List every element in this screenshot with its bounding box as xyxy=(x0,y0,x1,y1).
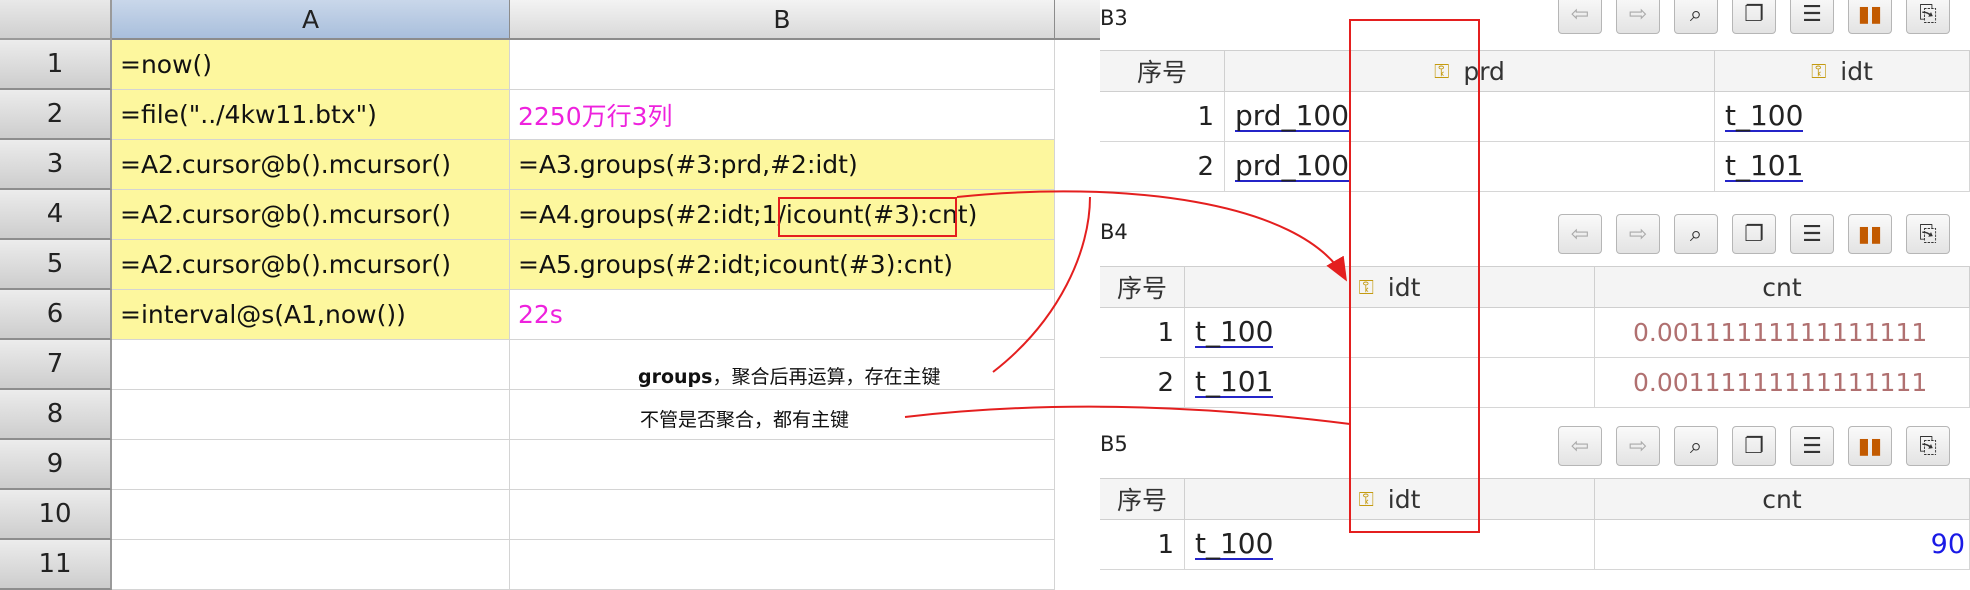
list-icon[interactable]: ☰ xyxy=(1790,0,1834,34)
annotation-key-note: 不管是否聚合，都有主键 xyxy=(640,409,850,431)
panel-title: B4 xyxy=(1100,220,1128,244)
cell-a1[interactable]: =now() xyxy=(112,40,510,90)
cell-a9[interactable] xyxy=(112,440,510,490)
result-panel-b3: B3 ⇦ ⇨ ⌕ ❐ ☰ ▮▮ ⎘ 序号 ⚿ prd ⚿ idt 1 prd_100… xyxy=(1100,0,1970,200)
cell-b6[interactable]: 22s xyxy=(510,290,1055,340)
row-index: 1 xyxy=(1100,92,1225,142)
copy-icon[interactable]: ❐ xyxy=(1732,426,1776,466)
list-icon[interactable]: ☰ xyxy=(1790,426,1834,466)
cell-a5[interactable]: =A2.cursor@b().mcursor() xyxy=(112,240,510,290)
cell-b9[interactable] xyxy=(510,440,1055,490)
column-header-idt[interactable]: ⚿ idt xyxy=(1185,478,1595,520)
table-cell-link[interactable]: t_100 xyxy=(1185,308,1595,358)
table-cell-value: 90 xyxy=(1595,520,1970,570)
cell-a7[interactable] xyxy=(112,340,510,390)
select-all-corner[interactable] xyxy=(0,0,112,40)
forward-icon[interactable]: ⇨ xyxy=(1616,214,1660,254)
column-header-index[interactable]: 序号 xyxy=(1100,478,1185,520)
result-panel-b4: B4 ⇦ ⇨ ⌕ ❐ ☰ ▮▮ ⎘ 序号 ⚿ idt cnt 1 t_100 0.… xyxy=(1100,210,1970,410)
cell-a3[interactable]: =A2.cursor@b().mcursor() xyxy=(112,140,510,190)
row-header-8[interactable]: 8 xyxy=(0,390,112,440)
column-header-label: idt xyxy=(1387,272,1421,302)
key-icon: ⚿ xyxy=(1358,487,1374,511)
annotation-groups-keyword: groups xyxy=(638,366,713,388)
cell-a4[interactable]: =A2.cursor@b().mcursor() xyxy=(112,190,510,240)
copy-icon[interactable]: ❐ xyxy=(1732,214,1776,254)
magnify-icon[interactable]: ⌕ xyxy=(1674,426,1718,466)
cell-b1[interactable] xyxy=(510,40,1055,90)
forward-icon[interactable]: ⇨ xyxy=(1616,426,1660,466)
row-header-10[interactable]: 10 xyxy=(0,490,112,540)
cell-a11[interactable] xyxy=(112,540,510,590)
column-header-cnt[interactable]: cnt xyxy=(1595,266,1970,308)
export-icon[interactable]: ⎘ xyxy=(1906,214,1950,254)
row-index: 1 xyxy=(1100,520,1185,570)
row-index: 1 xyxy=(1100,308,1185,358)
copy-icon[interactable]: ❐ xyxy=(1732,0,1776,34)
row-header-4[interactable]: 4 xyxy=(0,190,112,240)
column-header-label: idt xyxy=(1387,484,1421,514)
cell-a8[interactable] xyxy=(112,390,510,440)
back-icon[interactable]: ⇦ xyxy=(1558,426,1602,466)
table-cell-link[interactable]: prd_100 xyxy=(1225,92,1715,142)
panel-title: B3 xyxy=(1100,6,1128,30)
column-header-cnt[interactable]: cnt xyxy=(1595,478,1970,520)
table-cell-value: 0.00111111111111111 xyxy=(1595,308,1970,358)
back-icon[interactable]: ⇦ xyxy=(1558,214,1602,254)
cell-b5[interactable]: =A5.groups(#2:idt;icount(#3):cnt) xyxy=(510,240,1055,290)
row-header-6[interactable]: 6 xyxy=(0,290,112,340)
row-header-3[interactable]: 3 xyxy=(0,140,112,190)
chart-icon[interactable]: ▮▮ xyxy=(1848,0,1892,34)
row-header-7[interactable]: 7 xyxy=(0,340,112,390)
table-cell-link[interactable]: t_101 xyxy=(1715,142,1970,192)
column-header-index[interactable]: 序号 xyxy=(1100,266,1185,308)
cell-b3[interactable]: =A3.groups(#3:prd,#2:idt) xyxy=(510,140,1055,190)
column-header-index[interactable]: 序号 xyxy=(1100,50,1225,92)
row-index: 2 xyxy=(1100,142,1225,192)
export-icon[interactable]: ⎘ xyxy=(1906,426,1950,466)
key-icon: ⚿ xyxy=(1358,275,1374,299)
row-index: 2 xyxy=(1100,358,1185,408)
cell-a10[interactable] xyxy=(112,490,510,540)
row-header-9[interactable]: 9 xyxy=(0,440,112,490)
cell-a6[interactable]: =interval@s(A1,now()) xyxy=(112,290,510,340)
panel-title: B5 xyxy=(1100,432,1128,456)
column-header-c[interactable] xyxy=(1055,0,1100,40)
back-icon[interactable]: ⇦ xyxy=(1558,0,1602,34)
export-icon[interactable]: ⎘ xyxy=(1906,0,1950,34)
annotation-groups-text: ，聚合后再运算，存在主键 xyxy=(712,366,941,388)
cell-b2[interactable]: 2250万行3列 xyxy=(510,90,1055,140)
spreadsheet-grid: A B 1 =now() 2 =file("../4kw11.btx") 225… xyxy=(0,0,1100,590)
result-panel-b5: B5 ⇦ ⇨ ⌕ ❐ ☰ ▮▮ ⎘ 序号 ⚿ idt cnt 1 t_100 90 xyxy=(1100,422,1970,590)
row-header-1[interactable]: 1 xyxy=(0,40,112,90)
row-header-5[interactable]: 5 xyxy=(0,240,112,290)
column-header-prd[interactable]: ⚿ prd xyxy=(1225,50,1715,92)
table-cell-link[interactable]: prd_100 xyxy=(1225,142,1715,192)
cell-b10[interactable] xyxy=(510,490,1055,540)
row-header-11[interactable]: 11 xyxy=(0,540,112,590)
cell-a2[interactable]: =file("../4kw11.btx") xyxy=(112,90,510,140)
magnify-icon[interactable]: ⌕ xyxy=(1674,214,1718,254)
table-cell-link[interactable]: t_101 xyxy=(1185,358,1595,408)
column-header-a[interactable]: A xyxy=(112,0,510,40)
chart-icon[interactable]: ▮▮ xyxy=(1848,426,1892,466)
column-header-label: prd xyxy=(1463,56,1505,86)
expression-highlight-box xyxy=(778,197,957,237)
cell-b11[interactable] xyxy=(510,540,1055,590)
table-cell-link[interactable]: t_100 xyxy=(1185,520,1595,570)
forward-icon[interactable]: ⇨ xyxy=(1616,0,1660,34)
key-icon: ⚿ xyxy=(1811,59,1827,83)
table-cell-value: 0.00111111111111111 xyxy=(1595,358,1970,408)
list-icon[interactable]: ☰ xyxy=(1790,214,1834,254)
row-header-2[interactable]: 2 xyxy=(0,90,112,140)
magnify-icon[interactable]: ⌕ xyxy=(1674,0,1718,34)
chart-icon[interactable]: ▮▮ xyxy=(1848,214,1892,254)
table-cell-link[interactable]: t_100 xyxy=(1715,92,1970,142)
key-icon: ⚿ xyxy=(1434,59,1450,83)
column-header-idt[interactable]: ⚿ idt xyxy=(1715,50,1970,92)
column-header-label: idt xyxy=(1840,56,1873,86)
annotation-groups-note: groups，聚合后再运算，存在主键 xyxy=(638,362,940,389)
column-header-idt[interactable]: ⚿ idt xyxy=(1185,266,1595,308)
column-header-b[interactable]: B xyxy=(510,0,1055,40)
